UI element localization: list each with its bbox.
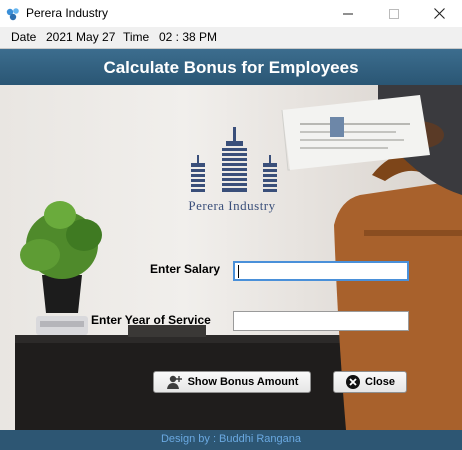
time-value: 02 : 38 PM	[159, 30, 218, 44]
show-bonus-label: Show Bonus Amount	[187, 376, 299, 388]
text-caret	[238, 265, 239, 278]
background-photo: Perera Industry Enter Salary Enter Year …	[0, 85, 462, 430]
show-bonus-button[interactable]: Show Bonus Amount	[153, 371, 311, 393]
page-title: Calculate Bonus for Employees	[103, 58, 359, 77]
years-of-service-label: Enter Year of Service	[91, 313, 211, 327]
header-band: Calculate Bonus for Employees	[0, 49, 462, 85]
salary-label: Enter Salary	[150, 262, 221, 276]
window-title: Perera Industry	[26, 6, 109, 20]
footer-credit: Design by : Buddhi Rangana	[160, 433, 302, 445]
app-window: Perera Industry Date 2021 May 27 Time 02…	[0, 0, 462, 450]
app-icon	[6, 8, 19, 21]
title-bar: Perera Industry	[0, 0, 462, 27]
maximize-icon	[389, 8, 399, 19]
time-label: Time	[123, 30, 150, 44]
user-add-icon	[166, 375, 182, 389]
close-button[interactable]: Close	[333, 371, 407, 393]
minimize-button[interactable]	[325, 0, 371, 27]
footer-bar: Design by : Buddhi Rangana	[0, 430, 462, 450]
company-logo-text: Perera Industry	[188, 198, 276, 213]
close-label: Close	[365, 376, 395, 388]
close-window-button[interactable]	[416, 0, 462, 27]
minimize-icon	[343, 13, 353, 14]
years-of-service-input[interactable]	[233, 311, 409, 331]
date-time-bar: Date 2021 May 27 Time 02 : 38 PM	[0, 27, 462, 49]
date-label: Date	[11, 30, 37, 44]
salary-input[interactable]	[233, 261, 409, 281]
close-circle-icon	[346, 375, 361, 389]
maximize-button[interactable]	[371, 0, 417, 27]
close-icon	[433, 8, 445, 19]
date-value: 2021 May 27	[46, 30, 116, 44]
